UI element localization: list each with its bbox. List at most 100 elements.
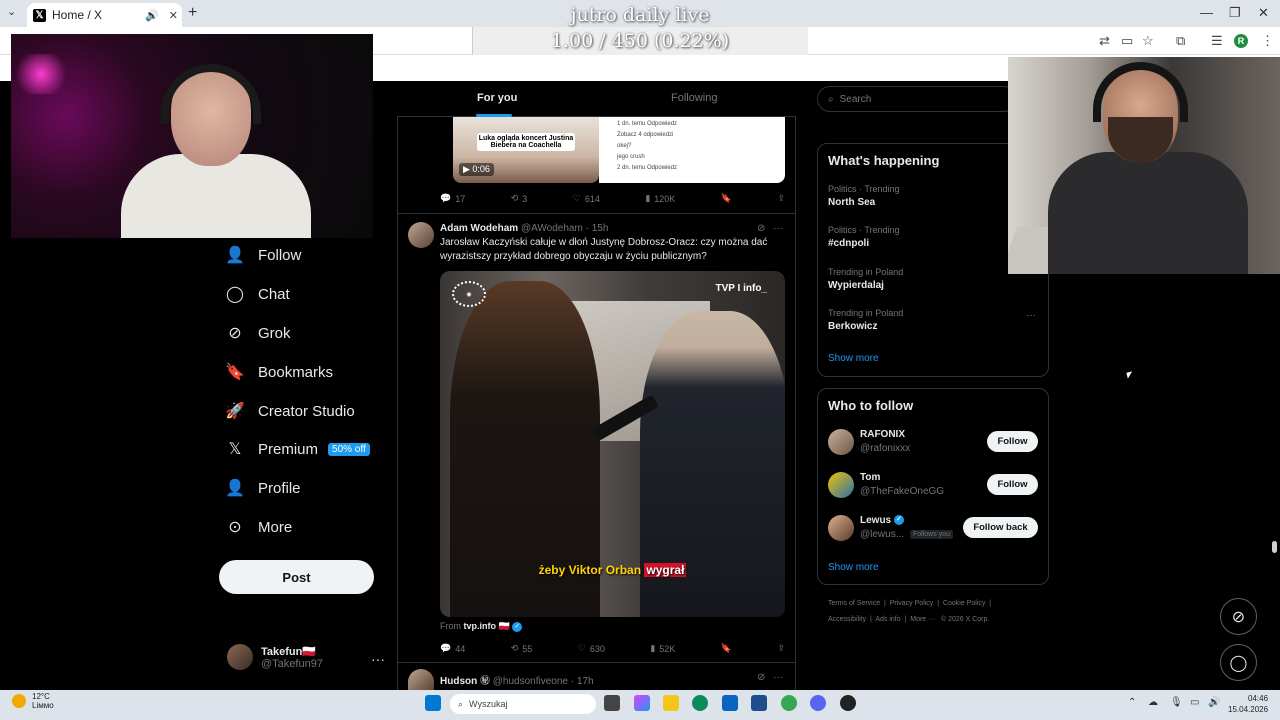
tweet-author-name[interactable]: Adam Wodeham bbox=[440, 223, 518, 234]
nav-grok[interactable]: ⊘ Grok bbox=[226, 324, 290, 343]
app-icon[interactable] bbox=[840, 695, 856, 711]
chrome-icon[interactable] bbox=[781, 695, 797, 711]
follow-back-button[interactable]: Follow back bbox=[963, 517, 1038, 538]
footer-link[interactable]: Terms of Service bbox=[828, 600, 880, 607]
system-clock[interactable]: 04:46 15.04.2026 bbox=[1228, 693, 1268, 715]
minimize-icon[interactable]: — bbox=[1200, 5, 1213, 20]
close-tab-icon[interactable]: ✕ bbox=[169, 9, 178, 22]
maximize-icon[interactable]: ❐ bbox=[1229, 5, 1241, 21]
account-switcher[interactable]: Takefun🇵🇱 @Takefun97 bbox=[227, 644, 323, 670]
onedrive-icon[interactable]: ☁ bbox=[1148, 697, 1158, 708]
tweet-time[interactable]: · 17h bbox=[571, 676, 594, 687]
who-to-follow-show-more[interactable]: Show more bbox=[828, 562, 879, 573]
tweet-grok-icon[interactable]: ⊘ bbox=[757, 672, 765, 683]
weather-widget[interactable]: 12°C Liммо bbox=[12, 692, 54, 710]
avatar[interactable] bbox=[408, 669, 434, 690]
grok-fab-button[interactable]: ⊘ bbox=[1220, 598, 1257, 635]
footer-link[interactable]: Ads info bbox=[875, 616, 900, 623]
nav-creator-studio[interactable]: 🚀 Creator Studio bbox=[225, 402, 355, 421]
account-more-icon[interactable]: ··· bbox=[371, 651, 385, 667]
trend-item[interactable]: Berkowicz bbox=[828, 321, 877, 332]
extensions-icon[interactable]: ⧉ bbox=[1176, 33, 1185, 49]
footer-link[interactable]: More ··· bbox=[910, 616, 935, 623]
tweet-more-icon[interactable]: ··· bbox=[773, 223, 783, 234]
post-button[interactable]: Post bbox=[219, 560, 374, 594]
tweet-author-handle[interactable]: @AWodeham bbox=[521, 223, 583, 234]
browser-menu-icon[interactable]: ⋮ bbox=[1261, 33, 1274, 49]
tab-search-chevron-icon[interactable]: ⌄ bbox=[7, 5, 16, 18]
chat-fab-button[interactable]: ◯ bbox=[1220, 644, 1257, 681]
trend-item[interactable]: North Sea bbox=[828, 197, 875, 208]
like-button[interactable]: ♡ 614 bbox=[573, 193, 600, 204]
repost-button[interactable]: ⟲ 55 bbox=[511, 643, 533, 654]
share-button[interactable]: ⇪ bbox=[777, 643, 785, 654]
taskbar-search-input[interactable]: ⌕ Wyszukaj bbox=[450, 694, 596, 714]
edge-icon[interactable] bbox=[692, 695, 708, 711]
bookmark-button[interactable]: 🔖 bbox=[721, 193, 732, 204]
browser-profile-avatar[interactable]: R bbox=[1234, 34, 1248, 48]
install-icon[interactable]: ▭ bbox=[1121, 33, 1133, 49]
nav-premium[interactable]: 𝕏 Premium 50% off bbox=[226, 440, 370, 458]
speaker-icon[interactable]: 🔊 bbox=[145, 9, 159, 22]
tweet-more-icon[interactable]: ··· bbox=[773, 672, 783, 683]
volume-icon[interactable]: 🔊 bbox=[1208, 697, 1220, 708]
task-view-icon[interactable] bbox=[604, 695, 620, 711]
reading-list-icon[interactable]: ☰ bbox=[1211, 33, 1223, 49]
reply-button[interactable]: 💬 17 bbox=[440, 193, 465, 204]
start-button[interactable] bbox=[425, 695, 441, 711]
views-button[interactable]: ▮ 52K bbox=[650, 643, 675, 654]
microphone-icon[interactable]: 🎙 bbox=[1170, 697, 1183, 708]
tweet-author-name[interactable]: Hudson bbox=[440, 676, 477, 687]
discord-icon[interactable] bbox=[810, 695, 826, 711]
follow-button[interactable]: Follow bbox=[987, 474, 1038, 495]
outlook-icon[interactable] bbox=[722, 695, 738, 711]
avatar[interactable] bbox=[828, 429, 854, 455]
trend-item[interactable]: Wypierdalaj bbox=[828, 280, 884, 291]
new-tab-button[interactable]: + bbox=[188, 4, 197, 22]
tweet-text: Jarosław Kaczyński całuje w dłoń Justynę… bbox=[440, 237, 768, 262]
bookmark-star-icon[interactable]: ☆ bbox=[1142, 33, 1154, 49]
tray-chevron-icon[interactable]: ⌃ bbox=[1128, 697, 1136, 708]
footer-link[interactable]: Cookie Policy bbox=[943, 600, 985, 607]
copilot-icon[interactable] bbox=[634, 695, 650, 711]
tab-for-you[interactable]: For you bbox=[477, 92, 517, 104]
page-scrollbar[interactable] bbox=[1272, 541, 1277, 553]
views-button[interactable]: ▮ 120K bbox=[645, 193, 675, 204]
nav-bookmarks[interactable]: 🔖 Bookmarks bbox=[225, 363, 333, 382]
footer-link[interactable]: Accessibility bbox=[828, 616, 866, 623]
close-window-icon[interactable]: ✕ bbox=[1258, 5, 1269, 21]
network-icon[interactable]: ▭ bbox=[1190, 697, 1199, 708]
repost-button[interactable]: ⟲ 3 bbox=[511, 193, 528, 204]
avatar[interactable] bbox=[828, 472, 854, 498]
suggested-user-name[interactable]: Lewus ✓ bbox=[860, 515, 904, 526]
nav-profile[interactable]: 👤 Profile bbox=[225, 479, 300, 498]
avatar[interactable] bbox=[828, 515, 854, 541]
trend-item[interactable]: #cdnpoli bbox=[828, 238, 869, 249]
bookmark-button[interactable]: 🔖 bbox=[721, 643, 732, 654]
footer-link[interactable]: Privacy Policy bbox=[890, 600, 934, 607]
tweet-video[interactable]: ◉ TVP I info_ żeby Viktor Orban wygrał bbox=[440, 271, 785, 617]
tweet-time[interactable]: · 15h bbox=[586, 223, 609, 234]
reply-button[interactable]: 💬 44 bbox=[440, 643, 465, 654]
search-input[interactable]: ⌕ Search bbox=[817, 86, 1017, 112]
tweet-author-handle[interactable]: @hudsonfiveone bbox=[493, 676, 568, 687]
nav-more[interactable]: ⊙ More bbox=[226, 518, 292, 537]
follow-button[interactable]: Follow bbox=[987, 431, 1038, 452]
browser-tab[interactable]: 𝕏 Home / X 🔊 ✕ bbox=[27, 3, 182, 27]
source-link[interactable]: tvp.info bbox=[464, 621, 497, 631]
store-icon[interactable] bbox=[751, 695, 767, 711]
suggested-user-name[interactable]: RAFONIX bbox=[860, 429, 905, 440]
tab-following[interactable]: Following bbox=[671, 92, 717, 104]
share-button[interactable]: ⇪ bbox=[777, 193, 785, 204]
avatar[interactable] bbox=[408, 222, 434, 248]
tweet-video-thumbnail[interactable]: Luka ogląda koncert Justina Biebera na C… bbox=[453, 117, 599, 183]
nav-follow[interactable]: 👤 Follow bbox=[225, 246, 301, 265]
like-button[interactable]: ♡ 630 bbox=[578, 643, 605, 654]
trend-more-icon[interactable]: ··· bbox=[1026, 310, 1036, 321]
suggested-user-name[interactable]: Tom bbox=[860, 472, 880, 483]
nav-chat[interactable]: ◯ Chat bbox=[226, 285, 290, 304]
translate-icon[interactable]: ⇄ bbox=[1099, 33, 1110, 49]
tweet-grok-icon[interactable]: ⊘ bbox=[757, 223, 765, 234]
file-explorer-icon[interactable] bbox=[663, 695, 679, 711]
trends-show-more[interactable]: Show more bbox=[828, 353, 879, 364]
